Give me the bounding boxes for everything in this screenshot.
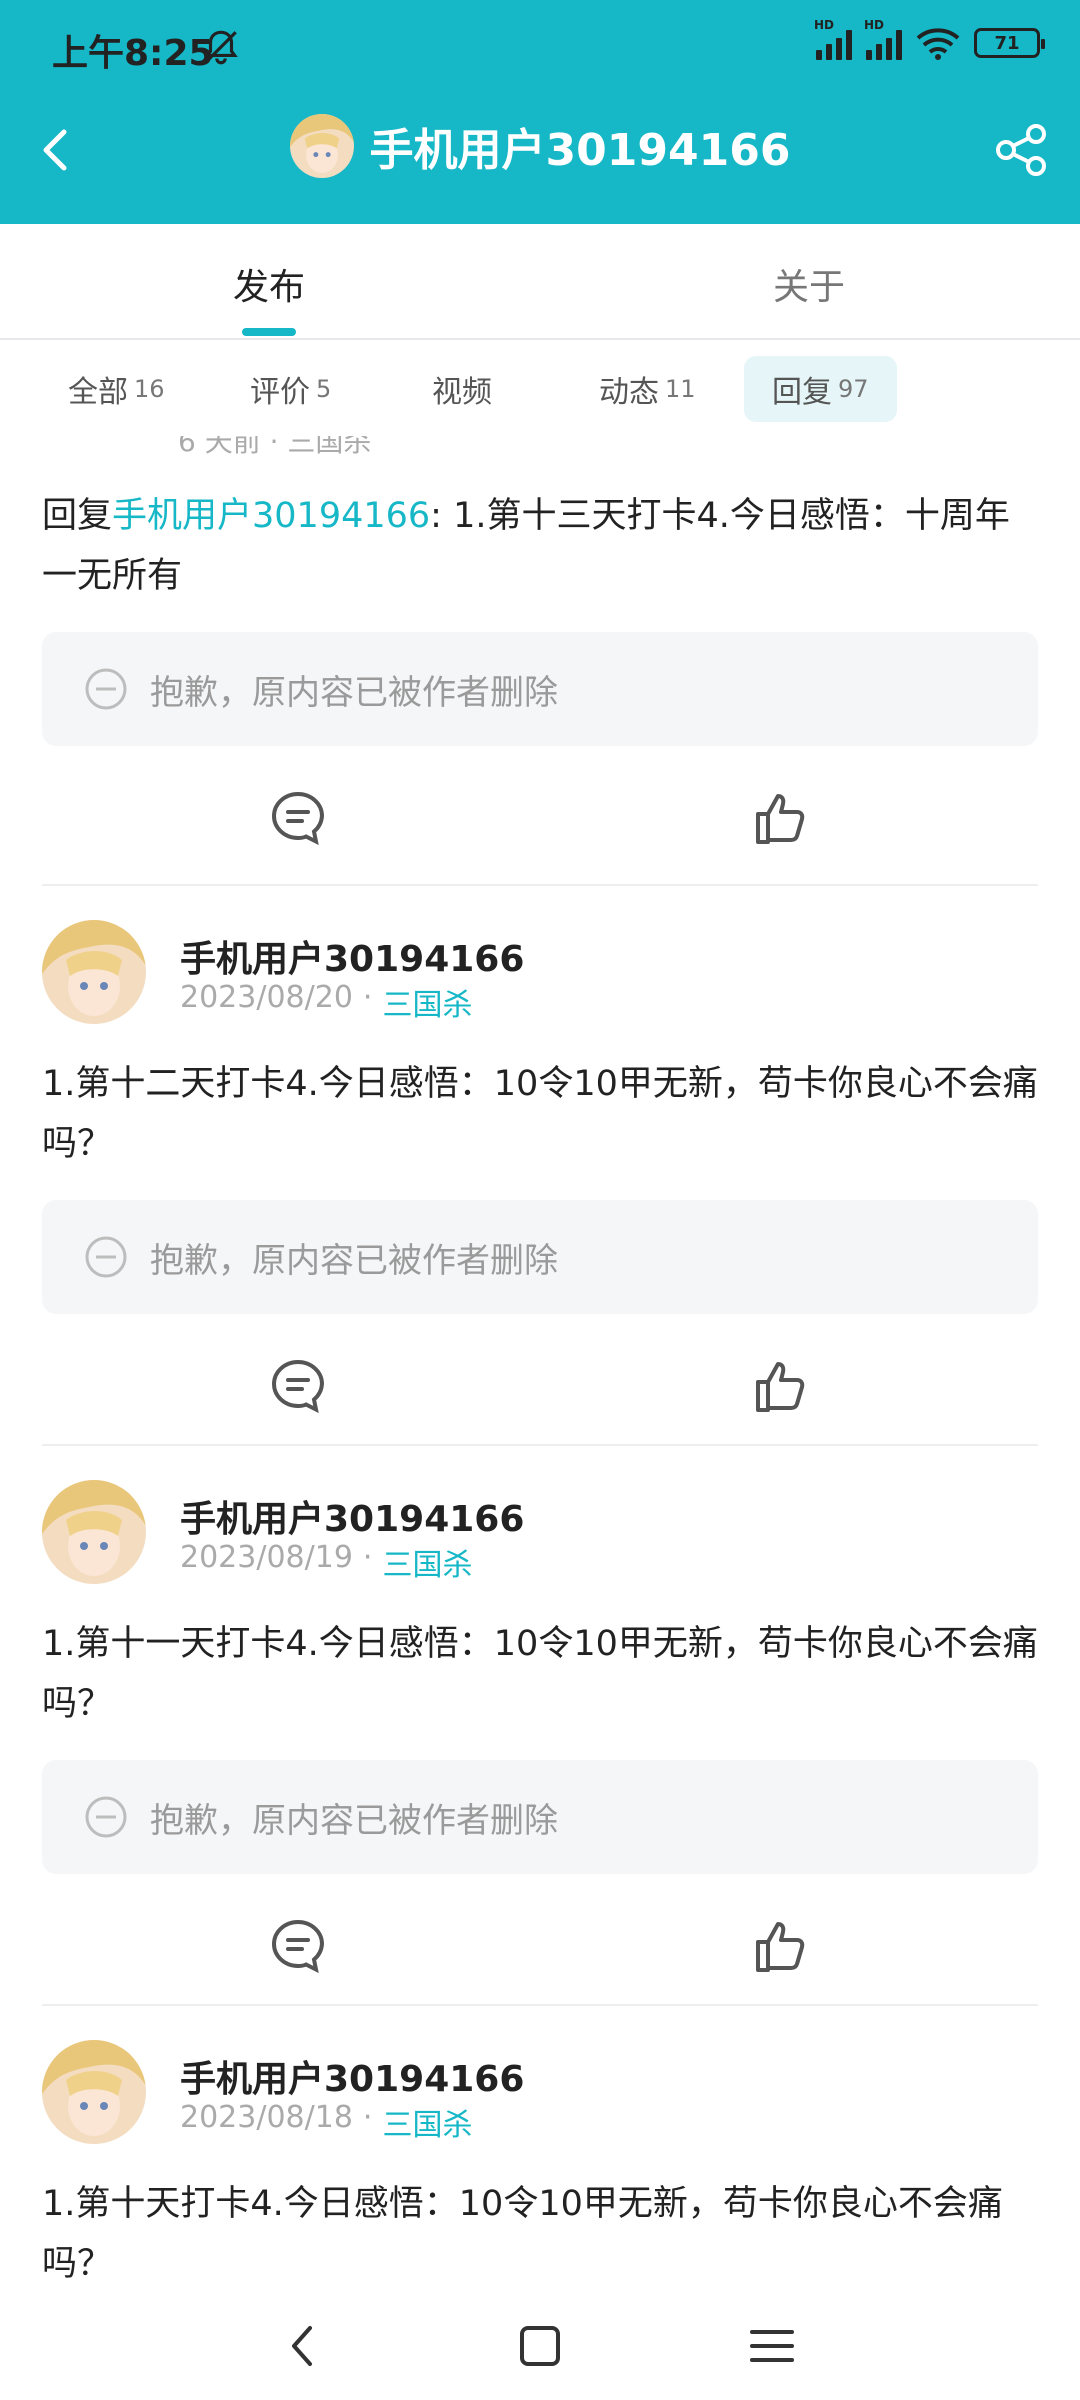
post-header: 手机用户30194166 2023/08/19 · 三国杀 (42, 1480, 1042, 1590)
battery-icon: 71 (974, 28, 1045, 58)
divider (42, 1444, 1038, 1446)
post-actions (0, 1916, 1080, 1986)
divider (42, 884, 1038, 886)
chip-reply[interactable]: 回复 97 (744, 356, 897, 422)
tab-indicator (242, 328, 296, 336)
post-date: 2023/08/20 (180, 980, 353, 1015)
post-tag[interactable]: 三国杀 (382, 1540, 472, 1584)
avatar[interactable] (289, 114, 354, 178)
deleted-text: 抱歉，原内容已被作者删除 (150, 1800, 558, 1841)
avatar[interactable] (42, 2040, 146, 2144)
reply-feed: 6 天前 · 三国杀 回复手机用户30194166: 1.第十三天打卡4.今日感… (0, 436, 1080, 2292)
share-icon[interactable] (990, 118, 1054, 182)
system-nav-bar (0, 2292, 1080, 2400)
post-meta-partial: 6 天前 · 三国杀 (178, 436, 372, 458)
post-meta: 2023/08/19 · 三国杀 (180, 1540, 472, 1584)
post-body: 1.第十二天打卡4.今日感悟：10令10甲无新，苟卡你良心不会痛吗？ (42, 1064, 1038, 1164)
system-home-icon[interactable] (512, 2318, 568, 2374)
signal-icon-2: HD (864, 18, 902, 60)
sub-tabs: 全部 16 评价 5 视频 动态 11 回复 97 (0, 340, 1080, 436)
comment-icon[interactable] (268, 1356, 328, 1416)
quoted-deleted: 抱歉，原内容已被作者删除 (42, 1200, 1038, 1314)
post-header: 手机用户30194166 2023/08/20 · 三国杀 (42, 920, 1042, 1030)
post-body: 1.第十一天打卡4.今日感悟：10令10甲无新，苟卡你良心不会痛吗？ (42, 1624, 1038, 1724)
post-header: 手机用户30194166 2023/08/18 · 三国杀 (42, 2040, 1042, 2150)
profile-title: 手机用户30194166 (0, 114, 1080, 178)
avatar[interactable] (42, 1480, 146, 1584)
comment-icon[interactable] (268, 788, 328, 848)
chip-all[interactable]: 全部 16 (40, 356, 193, 422)
like-icon[interactable] (750, 1916, 810, 1976)
deleted-text: 抱歉，原内容已被作者删除 (150, 1240, 558, 1281)
chip-video[interactable]: 视频 (404, 356, 520, 422)
post-username[interactable]: 手机用户30194166 (180, 2050, 524, 2102)
signal-icon: HD (814, 18, 852, 60)
tab-publish[interactable]: 发布 (233, 258, 305, 310)
post-tag[interactable]: 三国杀 (382, 980, 472, 1024)
post-tag[interactable]: 三国杀 (382, 2100, 472, 2144)
minus-circle-icon (85, 668, 127, 710)
nav-bar: 手机用户30194166 (0, 96, 1080, 224)
like-icon[interactable] (750, 1356, 810, 1416)
status-bar: 上午8:25 HD HD 71 (0, 0, 1080, 96)
battery-level: 71 (994, 32, 1020, 54)
status-time: 上午8:25 (52, 33, 214, 74)
chip-dynamic[interactable]: 动态 11 (571, 356, 724, 422)
post-username[interactable]: 手机用户30194166 (180, 930, 524, 982)
post-actions (0, 788, 1080, 858)
comment-icon[interactable] (268, 1916, 328, 1976)
like-icon[interactable] (750, 788, 810, 848)
quoted-deleted: 抱歉，原内容已被作者删除 (42, 632, 1038, 746)
deleted-text: 抱歉，原内容已被作者删除 (150, 672, 558, 713)
post-meta: 2023/08/20 · 三国杀 (180, 980, 472, 1024)
meta-separator: · (362, 980, 373, 1015)
app-header: 上午8:25 HD HD 71 手机用户30194166 (0, 0, 1080, 224)
post-body: 1.第十天打卡4.今日感悟：10令10甲无新，苟卡你良心不会痛吗？ (42, 2184, 1003, 2284)
minus-circle-icon (85, 1236, 127, 1278)
meta-separator: · (362, 2100, 373, 2135)
reply-user-link[interactable]: 手机用户30194166 (112, 496, 430, 536)
system-back-icon[interactable] (276, 2318, 332, 2374)
post-date: 2023/08/18 (180, 2100, 353, 2135)
minus-circle-icon (85, 1796, 127, 1838)
tab-about[interactable]: 关于 (773, 258, 845, 310)
wifi-icon (916, 28, 960, 60)
status-right: HD HD 71 (814, 18, 1045, 60)
avatar[interactable] (42, 920, 146, 1024)
post-meta: 2023/08/18 · 三国杀 (180, 2100, 472, 2144)
post-body: 回复手机用户30194166: 1.第十三天打卡4.今日感悟：十周年一无所有 (42, 496, 1010, 596)
post-username[interactable]: 手机用户30194166 (180, 1490, 524, 1542)
divider (42, 2004, 1038, 2006)
quoted-deleted: 抱歉，原内容已被作者删除 (42, 1760, 1038, 1874)
meta-separator: · (362, 1540, 373, 1575)
post-actions (0, 1356, 1080, 1426)
system-menu-icon[interactable] (744, 2318, 800, 2374)
main-tabs: 发布 关于 (0, 224, 1080, 340)
page-title: 手机用户30194166 (369, 125, 791, 176)
post-date: 2023/08/19 (180, 1540, 353, 1575)
mute-icon (204, 30, 238, 65)
chip-review[interactable]: 评价 5 (222, 356, 359, 422)
